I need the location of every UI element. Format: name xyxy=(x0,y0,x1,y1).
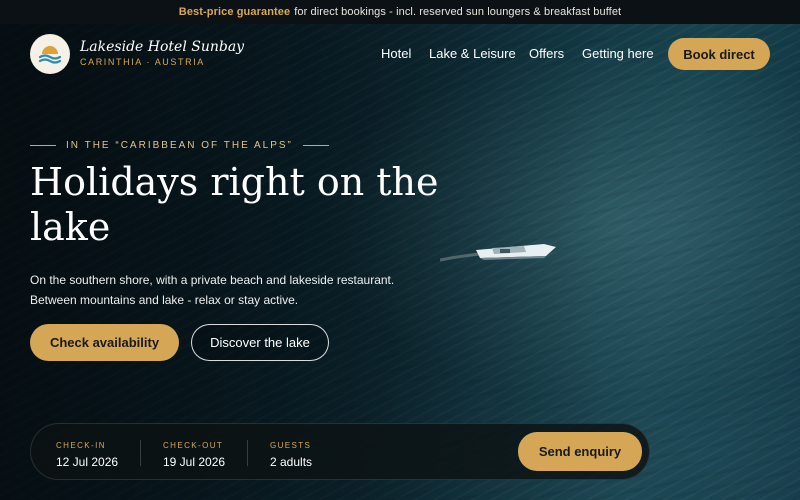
announcement-bar: Best-price guarantee for direct bookings… xyxy=(0,0,800,24)
eyebrow-line-right xyxy=(302,145,329,146)
nav-item-hotel[interactable]: Hotel xyxy=(381,46,411,61)
guests-value[interactable]: 2 adults xyxy=(270,455,312,469)
booking-bar: CHECK-IN 12 Jul 2026 CHECK-OUT 19 Jul 20… xyxy=(30,423,650,480)
book-direct-button[interactable]: Book direct xyxy=(668,38,770,70)
checkin-field[interactable]: CHECK-IN 12 Jul 2026 xyxy=(56,441,118,469)
announcement-text: for direct bookings - incl. reserved sun… xyxy=(294,6,622,18)
guests-label: GUESTS xyxy=(270,441,312,450)
nav-item-lake-leisure[interactable]: Lake & Leisure xyxy=(429,46,516,61)
checkout-label: CHECK-OUT xyxy=(163,441,224,450)
eyebrow-text: IN THE “CARIBBEAN OF THE ALPS” xyxy=(66,140,293,151)
booking-divider xyxy=(247,440,248,466)
hero-lead-line-1: On the southern shore, with a private be… xyxy=(30,273,395,287)
announcement-highlight: Best-price guarantee xyxy=(178,6,291,18)
nav-item-getting-here[interactable]: Getting here xyxy=(582,46,654,61)
nav-item-offers[interactable]: Offers xyxy=(529,46,564,61)
hero-headline: Holidays right on the lake xyxy=(30,160,439,249)
check-availability-button[interactable]: Check availability xyxy=(30,324,179,361)
guests-field[interactable]: GUESTS 2 adults xyxy=(270,441,312,469)
hero-lead: On the southern shore, with a private be… xyxy=(30,270,450,310)
hero-eyebrow: IN THE “CARIBBEAN OF THE ALPS” xyxy=(30,140,329,151)
checkin-value[interactable]: 12 Jul 2026 xyxy=(56,455,118,469)
hero-lead-line-2: Between mountains and lake - relax or st… xyxy=(30,293,299,307)
checkout-value[interactable]: 19 Jul 2026 xyxy=(163,455,225,469)
checkout-field[interactable]: CHECK-OUT 19 Jul 2026 xyxy=(163,441,225,469)
send-enquiry-button[interactable]: Send enquiry xyxy=(518,432,642,471)
checkin-label: CHECK-IN xyxy=(56,441,106,450)
booking-divider xyxy=(140,440,141,466)
eyebrow-line-left xyxy=(30,145,56,146)
discover-lake-button[interactable]: Discover the lake xyxy=(191,324,329,361)
